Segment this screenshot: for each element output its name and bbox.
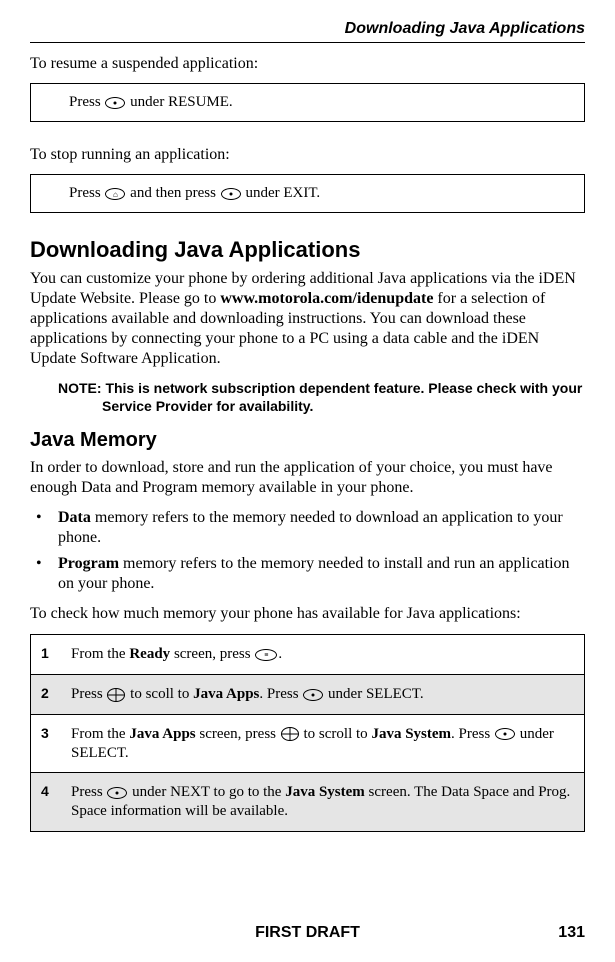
downloading-body: You can customize your phone by ordering… <box>30 269 585 369</box>
check-intro: To check how much memory your phone has … <box>30 604 585 624</box>
section-title: Downloading Java Applications <box>345 20 585 37</box>
step-text: From the Java Apps screen, press to scro… <box>71 715 584 773</box>
table-row: 1 From the Ready screen, press ≡. <box>31 635 584 675</box>
table-row: 3 From the Java Apps screen, press to sc… <box>31 715 584 774</box>
bullet-rest: memory refers to the memory needed to in… <box>58 555 570 592</box>
step-text: Press under NEXT to go to the Java Syste… <box>71 773 584 831</box>
step-text: From the Ready screen, press ≡. <box>71 635 584 674</box>
stop-instruction-box: Press ⌂ and then press under EXIT. <box>30 174 585 213</box>
page-number: 131 <box>558 924 585 942</box>
bullet-bold: Data <box>58 509 91 526</box>
step-table: 1 From the Ready screen, press ≡. 2 Pres… <box>30 634 585 832</box>
step-number: 2 <box>31 675 71 714</box>
stop-intro: To stop running an application: <box>30 146 585 164</box>
note-text: NOTE: This is network subscription depen… <box>44 379 585 415</box>
softkey-icon <box>495 728 515 740</box>
bullet-content: Data memory refers to the memory needed … <box>58 508 585 548</box>
softkey-icon <box>105 97 125 109</box>
stop-instruction: Press ⌂ and then press under EXIT. <box>45 185 570 202</box>
footer: FIRST DRAFT 131 <box>30 924 585 942</box>
text-suffix: under EXIT. <box>242 185 320 201</box>
table-row: 2 Press to scoll to Java Apps. Press und… <box>31 675 584 715</box>
table-row: 4 Press under NEXT to go to the Java Sys… <box>31 773 584 831</box>
softkey-icon <box>221 188 241 200</box>
resume-intro: To resume a suspended application: <box>30 55 585 73</box>
bullet-rest: memory refers to the memory needed to do… <box>58 509 563 546</box>
step-number: 4 <box>31 773 71 831</box>
memory-intro: In order to download, store and run the … <box>30 458 585 498</box>
nav-key-icon <box>281 727 299 741</box>
menu-key-icon: ≡ <box>255 649 277 661</box>
bullet-bold: Program <box>58 555 119 572</box>
draft-label: FIRST DRAFT <box>255 924 360 942</box>
text-prefix: Press <box>69 94 104 110</box>
memory-bullet-list: • Data memory refers to the memory neede… <box>30 508 585 594</box>
list-item: • Program memory refers to the memory ne… <box>30 554 585 594</box>
text-prefix: Press <box>69 185 104 201</box>
running-header: Downloading Java Applications <box>30 20 585 43</box>
bullet-mark-icon: • <box>30 508 58 548</box>
downloading-heading: Downloading Java Applications <box>30 237 585 263</box>
softkey-icon <box>107 787 127 799</box>
list-item: • Data memory refers to the memory neede… <box>30 508 585 548</box>
end-key-icon: ⌂ <box>105 188 125 200</box>
resume-instruction-box: Press under RESUME. <box>30 83 585 122</box>
step-number: 3 <box>31 715 71 773</box>
bullet-mark-icon: • <box>30 554 58 594</box>
memory-heading: Java Memory <box>30 429 585 452</box>
text-suffix: under RESUME. <box>126 94 232 110</box>
step-text: Press to scoll to Java Apps. Press under… <box>71 675 584 714</box>
softkey-icon <box>303 689 323 701</box>
url-text: www.motorola.com/idenupdate <box>220 290 433 307</box>
bullet-content: Program memory refers to the memory need… <box>58 554 585 594</box>
step-number: 1 <box>31 635 71 674</box>
text-mid: and then press <box>126 185 219 201</box>
nav-key-icon <box>107 688 125 702</box>
resume-instruction: Press under RESUME. <box>45 94 570 111</box>
